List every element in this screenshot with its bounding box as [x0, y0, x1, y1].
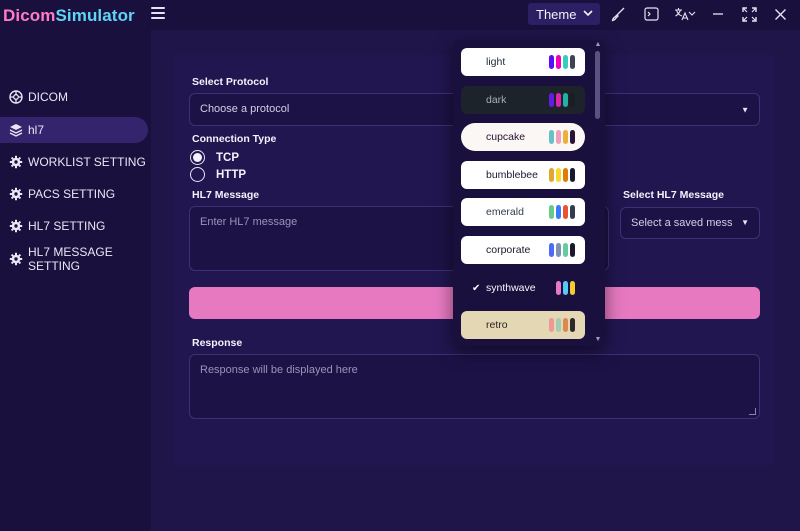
minimize-icon[interactable] — [710, 6, 726, 22]
theme-option-retro[interactable]: retro — [461, 311, 585, 339]
theme-option-label: corporate — [486, 244, 531, 256]
theme-menu-scrollbar[interactable]: ▲ ▼ — [594, 40, 602, 346]
sidebar-item-hl7-message-setting[interactable]: HL7 MESSAGE SETTING — [0, 245, 148, 273]
radio-http[interactable]: HTTP — [190, 167, 246, 182]
theme-option-dark[interactable]: dark — [461, 86, 585, 114]
sidebar: DICOM hl7 WORKLIST SETTING PACS SETTING … — [0, 30, 150, 531]
sidebar-item-label: PACS SETTING — [28, 187, 116, 201]
layers-icon — [9, 123, 23, 137]
sidebar-item-worklist-setting[interactable]: WORKLIST SETTING — [0, 149, 148, 175]
sidebar-item-label: HL7 SETTING — [28, 219, 106, 233]
close-icon[interactable] — [772, 6, 788, 22]
theme-option-label: light — [486, 56, 506, 68]
caret-down-icon: ▼ — [741, 218, 749, 227]
maximize-icon[interactable] — [741, 6, 757, 22]
theme-swatches — [549, 168, 575, 182]
sidebar-item-pacs-setting[interactable]: PACS SETTING — [0, 181, 148, 207]
hl7-message-label: HL7 Message — [192, 189, 260, 201]
theme-option-label: bumblebee — [486, 169, 538, 181]
theme-swatches — [549, 93, 575, 107]
connection-type-label: Connection Type — [192, 133, 277, 145]
scroll-up-arrow-icon[interactable]: ▲ — [594, 41, 602, 49]
theme-option-label: emerald — [486, 206, 524, 218]
gear-icon — [9, 155, 23, 169]
theme-dropdown-button[interactable]: Theme — [528, 3, 600, 25]
theme-option-light[interactable]: light — [461, 48, 585, 76]
scroll-down-arrow-icon[interactable]: ▼ — [594, 336, 602, 344]
protocol-label: Select Protocol — [192, 76, 269, 88]
theme-option-synthwave[interactable]: ✔ synthwave — [461, 274, 585, 302]
theme-option-cupcake[interactable]: cupcake — [461, 123, 585, 151]
theme-swatches — [549, 130, 575, 144]
gear-icon — [9, 187, 23, 201]
language-chevron-down-icon[interactable] — [687, 6, 697, 22]
radio-circle-checked — [190, 150, 205, 165]
caret-down-icon: ▼ — [741, 105, 749, 114]
theme-option-bumblebee[interactable]: bumblebee — [461, 161, 585, 189]
saved-message-label: Select HL7 Message — [623, 189, 724, 201]
theme-swatches — [556, 281, 575, 295]
sidebar-item-dicom[interactable]: DICOM — [0, 84, 148, 110]
scroll-thumb[interactable] — [595, 51, 600, 119]
app-logo: DicomSimulator — [3, 6, 135, 26]
theme-swatches — [549, 205, 575, 219]
theme-option-label: cupcake — [486, 131, 526, 143]
check-icon: ✔ — [472, 282, 481, 294]
saved-message-select[interactable]: Select a saved messa ▼ — [620, 207, 760, 239]
sidebar-item-label: DICOM — [28, 90, 68, 104]
response-placeholder: Response will be displayed here — [200, 364, 358, 376]
sidebar-item-hl7-setting[interactable]: HL7 SETTING — [0, 213, 148, 239]
theme-option-corporate[interactable]: corporate — [461, 236, 585, 264]
sidebar-item-hl7[interactable]: hl7 — [0, 117, 148, 143]
response-label: Response — [192, 337, 243, 349]
gear-icon — [9, 252, 23, 266]
theme-swatches — [549, 318, 575, 332]
theme-swatches — [549, 243, 575, 257]
theme-option-label: dark — [486, 94, 507, 106]
app-title-part1: Dicom — [3, 6, 56, 25]
saved-message-select-value: Select a saved messa — [631, 217, 733, 229]
theme-menu: light dark cupcake bumblebee emerald cor… — [453, 40, 605, 346]
chevron-down-icon — [583, 9, 594, 20]
sidebar-item-label: hl7 — [28, 123, 45, 137]
resize-handle[interactable] — [749, 408, 756, 415]
radio-tcp[interactable]: TCP — [190, 150, 239, 165]
hl7-message-placeholder: Enter HL7 message — [200, 216, 298, 228]
response-textarea[interactable]: Response will be displayed here — [189, 354, 760, 419]
radio-label: HTTP — [216, 168, 247, 181]
sidebar-item-label: WORKLIST SETTING — [28, 155, 146, 169]
app-title-part2: Simulator — [55, 6, 135, 25]
protocol-select-value: Choose a protocol — [200, 103, 290, 115]
theme-button-label: Theme — [536, 6, 577, 22]
paintbrush-icon[interactable] — [610, 6, 626, 22]
hamburger-menu-icon[interactable] — [151, 7, 165, 19]
radio-label: TCP — [216, 151, 239, 164]
radio-circle — [190, 167, 205, 182]
gear-icon — [9, 219, 23, 233]
title-bar: DicomSimulator Theme — [0, 0, 800, 30]
dicom-icon — [9, 90, 23, 104]
terminal-icon[interactable] — [643, 6, 659, 22]
theme-option-emerald[interactable]: emerald — [461, 198, 585, 226]
sidebar-item-label: HL7 MESSAGE SETTING — [28, 245, 113, 273]
theme-option-label: synthwave — [486, 282, 536, 294]
theme-swatches — [549, 55, 575, 69]
theme-option-label: retro — [486, 319, 508, 331]
